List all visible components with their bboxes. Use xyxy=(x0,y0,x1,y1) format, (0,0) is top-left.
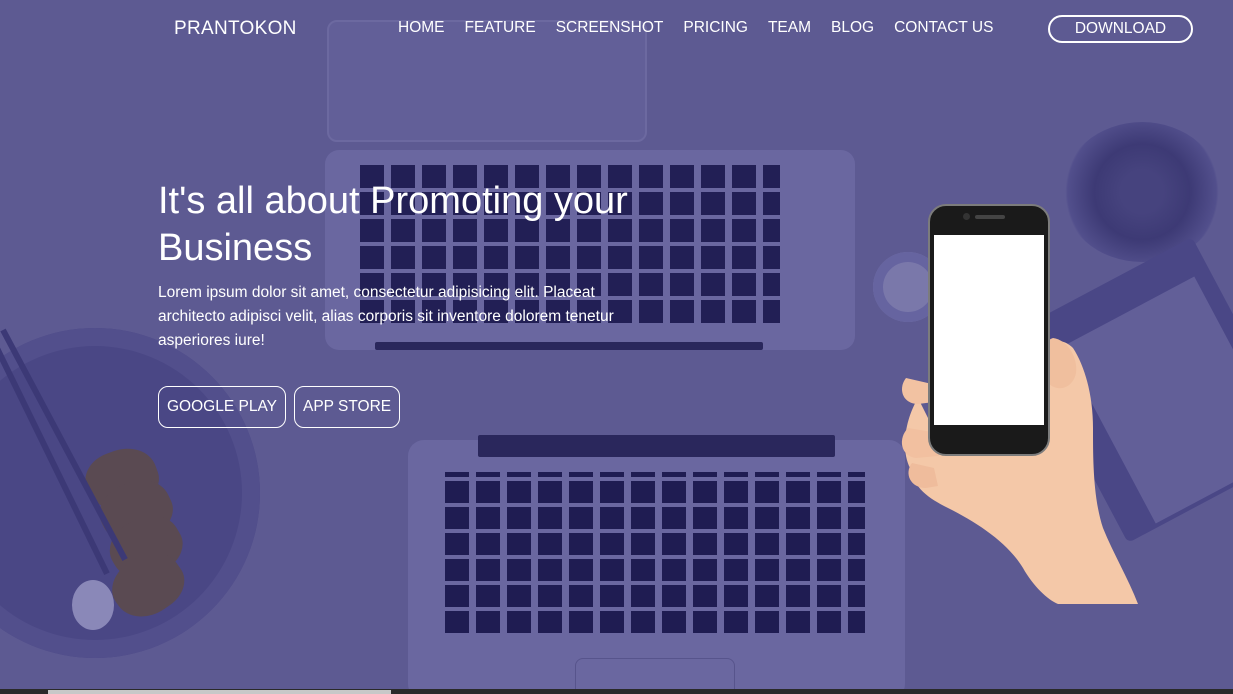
laptop-bottom-hinge xyxy=(478,435,835,457)
spoon xyxy=(72,580,114,630)
nav-pricing[interactable]: PRICING xyxy=(683,19,748,37)
nav-contact-us[interactable]: CONTACT US xyxy=(894,19,993,37)
store-buttons: GOOGLE PLAY APP STORE xyxy=(158,386,401,428)
main-nav: HOME FEATURE SCREENSHOT PRICING TEAM BLO… xyxy=(398,19,1013,37)
download-button[interactable]: DOWNLOAD xyxy=(1048,15,1193,43)
phone-speaker xyxy=(975,215,1005,219)
hero-title: It's all about Promoting your Business xyxy=(158,180,628,269)
hero-description: Lorem ipsum dolor sit amet, consectetur … xyxy=(158,284,614,349)
google-play-button[interactable]: GOOGLE PLAY xyxy=(158,386,286,428)
app-store-button[interactable]: APP STORE xyxy=(293,386,401,428)
nav-feature[interactable]: FEATURE xyxy=(465,19,536,37)
nav-home[interactable]: HOME xyxy=(398,19,445,37)
scrollbar-thumb[interactable] xyxy=(48,690,391,694)
nav-screenshot[interactable]: SCREENSHOT xyxy=(556,19,664,37)
keyboard-bottom-rows xyxy=(445,472,865,637)
phone-screen xyxy=(934,235,1044,425)
nav-blog[interactable]: BLOG xyxy=(831,19,874,37)
site-logo[interactable]: PRANTOKON xyxy=(174,18,297,40)
laptop-top-lid xyxy=(327,20,647,142)
nav-team[interactable]: TEAM xyxy=(768,19,811,37)
phone-camera xyxy=(963,213,970,220)
plant xyxy=(1062,122,1222,262)
